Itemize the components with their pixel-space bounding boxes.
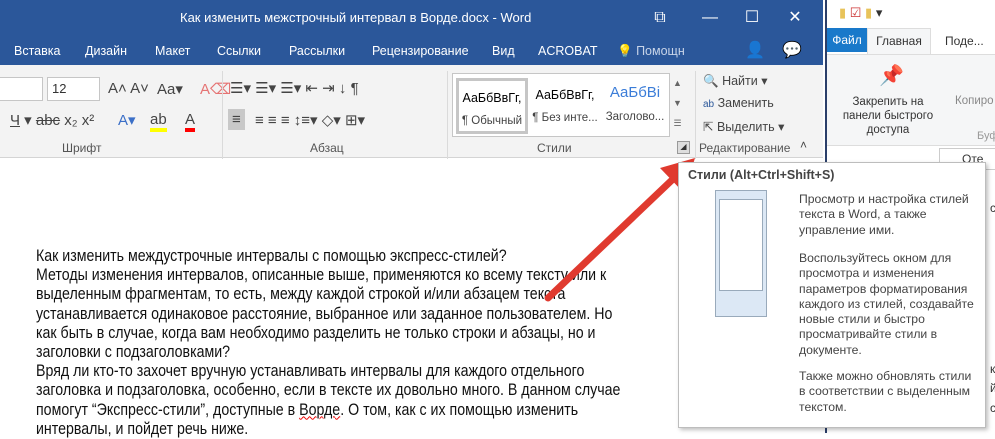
tooltip-title: Стили (Alt+Ctrl+Shift+S) [688, 168, 835, 182]
styles-tooltip: Стили (Alt+Ctrl+Shift+S) Просмотр и наст… [678, 162, 986, 428]
tooltip-text: Воспользуйтесь окном для просмотра и изм… [799, 251, 974, 357]
tooltip-text: Также можно обновлять стили в соответств… [799, 369, 972, 414]
styles-pane-thumbnail [715, 190, 767, 317]
tooltip-text: Просмотр и настройка стилей текста в Wor… [799, 192, 969, 237]
